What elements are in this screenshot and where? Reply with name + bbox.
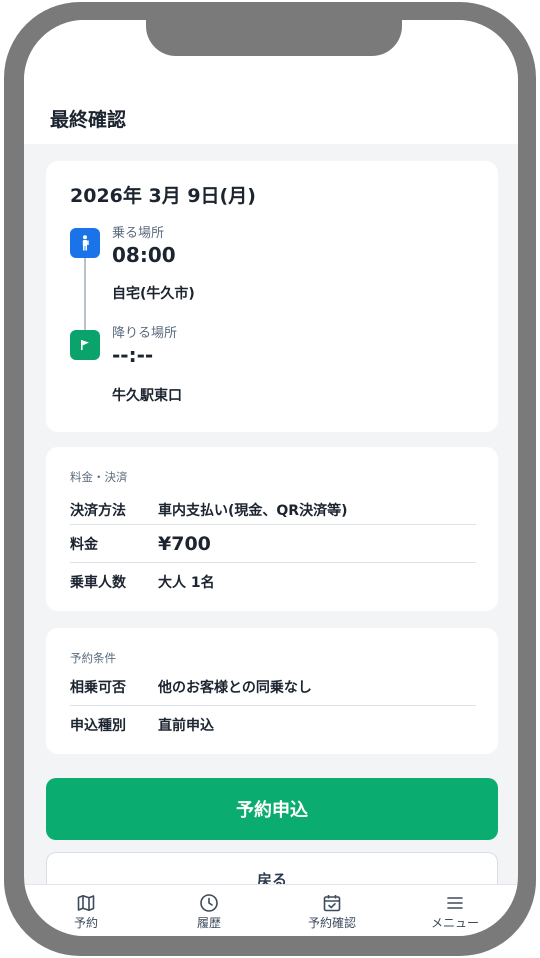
fare-row-passengers: 乗車人数 大人 1名: [70, 563, 476, 600]
flag-icon: [70, 330, 100, 360]
tab-label: 予約: [73, 916, 98, 930]
row-key: 相乗可否: [70, 679, 126, 696]
tab-bar: 予約 履歴 予約確認 メニュー: [24, 884, 518, 936]
conditions-row-sharing: 相乗可否 他のお客様との同乗なし: [70, 668, 476, 705]
tab-reserve[interactable]: 予約: [46, 893, 126, 931]
row-value: ¥700: [158, 532, 211, 555]
tab-history[interactable]: 履歴: [169, 893, 249, 931]
tab-reservation-check[interactable]: 予約確認: [292, 893, 372, 931]
tab-label: 予約確認: [307, 916, 356, 930]
phone-notch: [146, 20, 402, 56]
fare-row-payment: 決済方法 車内支払い(現金、QR決済等): [70, 491, 476, 528]
row-value: 直前申込: [158, 717, 214, 734]
row-key: 申込種別: [70, 717, 126, 734]
fare-section-label: 料金・決済: [70, 470, 128, 484]
submit-reservation-button[interactable]: 予約申込: [46, 778, 498, 840]
dropoff-time: --:--: [112, 343, 154, 367]
map-icon: [77, 895, 95, 911]
conditions-section-label: 予約条件: [70, 651, 116, 665]
trip-date: 2026年 3月 9日(月): [70, 185, 256, 207]
menu-icon: [447, 897, 463, 909]
fare-row-price: 料金 ¥700: [70, 525, 476, 562]
row-key: 乗車人数: [70, 574, 126, 591]
row-value: 他のお客様との同乗なし: [158, 679, 312, 696]
person-standing-icon: [70, 228, 100, 258]
trip-card: 2026年 3月 9日(月) 乗る場所 08:00 自宅(牛久市) 降りる場所 …: [46, 161, 498, 432]
tab-label: メニュー: [430, 916, 479, 930]
dropoff-label: 降りる場所: [112, 326, 178, 341]
dropoff-place: 牛久駅東口: [112, 388, 182, 404]
pickup-time: 08:00: [112, 243, 176, 267]
row-key: 料金: [70, 536, 98, 553]
route-line: [84, 258, 86, 330]
row-value: 車内支払い(現金、QR決済等): [158, 502, 348, 519]
fare-card: 料金・決済 決済方法 車内支払い(現金、QR決済等) 料金 ¥700 乗車人数 …: [46, 447, 498, 611]
calendar-check-icon: [323, 895, 341, 912]
conditions-card: 予約条件 相乗可否 他のお客様との同乗なし 申込種別 直前申込: [46, 628, 498, 754]
pickup-label: 乗る場所: [112, 226, 165, 241]
row-value: 大人 1名: [158, 574, 215, 591]
clock-icon: [200, 894, 218, 912]
conditions-row-type: 申込種別 直前申込: [70, 706, 476, 743]
tab-menu[interactable]: メニュー: [415, 893, 495, 931]
page-title: 最終確認: [50, 109, 127, 131]
pickup-place: 自宅(牛久市): [112, 286, 195, 302]
tab-label: 履歴: [196, 916, 221, 930]
row-key: 決済方法: [70, 502, 126, 519]
app-screen: 最終確認 2026年 3月 9日(月) 乗る場所 08:00 自宅(牛久市) 降…: [24, 20, 518, 936]
